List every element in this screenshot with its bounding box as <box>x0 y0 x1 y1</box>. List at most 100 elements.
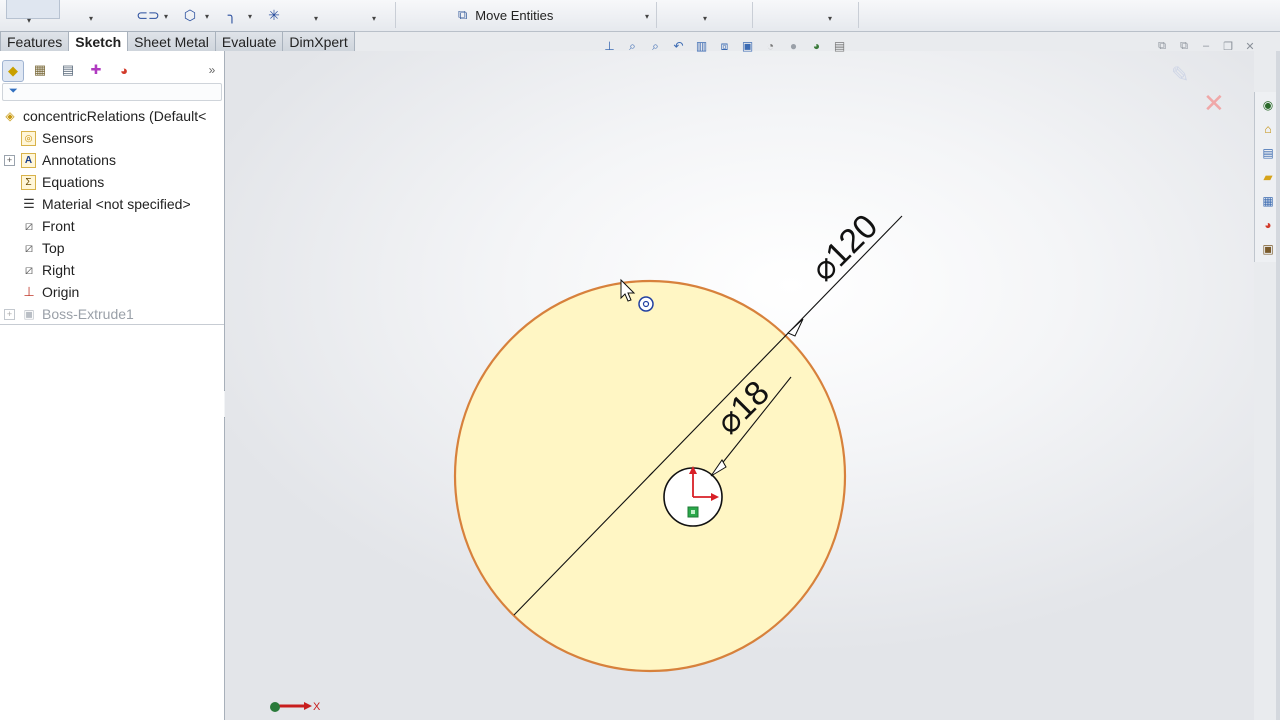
tab-features[interactable]: Features <box>0 31 70 51</box>
edit-appearance-icon[interactable]: ● <box>782 37 805 55</box>
tab-evaluate[interactable]: Evaluate <box>214 31 284 51</box>
move-entities-label: Move Entities <box>475 7 554 23</box>
tree-item-sensors[interactable]: ◎ Sensors <box>0 127 224 149</box>
plane-icon: ⧄ <box>24 218 34 233</box>
tab-dimxpert[interactable]: DimXpert <box>282 31 355 51</box>
tree-item-label: Annotations <box>42 152 116 168</box>
graphics-area[interactable]: ⌀120 ⌀18 X ✎ ✕ <box>225 51 1254 720</box>
zoom-to-fit-icon[interactable]: ⌕ <box>621 37 644 55</box>
slot-icon[interactable]: ⊂⊃ <box>136 4 159 26</box>
material-icon: ☰ <box>23 196 35 211</box>
fillet-icon[interactable]: ╮ <box>222 4 242 26</box>
sensor-icon: ◎ <box>21 130 36 146</box>
chevron-down-icon[interactable]: ▾ <box>645 12 649 21</box>
expand-icon[interactable]: + <box>4 154 15 166</box>
tab-label: Evaluate <box>221 33 277 50</box>
reference-triad <box>270 702 312 712</box>
tab-sketch[interactable]: Sketch <box>68 31 129 51</box>
view-orientation-dropdown-icon[interactable]: ⧈ <box>713 37 736 55</box>
custom-properties-icon[interactable]: ▣ <box>1259 240 1277 258</box>
separator <box>656 2 657 28</box>
tree-item-top-plane[interactable]: ⧄ Top <box>0 237 224 259</box>
apply-scene-icon[interactable]: ◕ <box>805 37 828 55</box>
previous-view-icon[interactable]: ↶ <box>667 37 690 55</box>
chevron-down-icon[interactable]: ▾ <box>164 12 168 21</box>
chevron-down-icon[interactable]: ▾ <box>372 14 376 23</box>
feature-manager-panel: ◆ ▦ ▤ ✚ ◕ » ⏷ ◈ concentricRelations (Def… <box>0 51 225 720</box>
tree-item-front-plane[interactable]: ⧄ Front <box>0 215 224 237</box>
view-settings-icon[interactable]: ▤ <box>828 37 851 55</box>
command-tabs: Features Sketch Sheet Metal Evaluate Dim… <box>0 31 355 51</box>
tree-item-boss-extrude1[interactable]: + ▣ Boss-Extrude1 <box>0 303 224 325</box>
separator <box>752 2 753 28</box>
exit-sketch-icon[interactable]: ✎ <box>1171 62 1189 88</box>
view-orientation-icon[interactable]: ⊥ <box>598 37 621 55</box>
tree-item-label: Right <box>42 262 75 278</box>
filter-icon: ⏷ <box>9 85 18 97</box>
tab-sheet-metal[interactable]: Sheet Metal <box>127 31 216 51</box>
chevron-down-icon[interactable]: ▾ <box>703 14 707 23</box>
tree-filter-input[interactable]: ⏷ <box>2 83 222 101</box>
separator <box>858 2 859 28</box>
tree-item-label: Origin <box>42 284 80 300</box>
panel-toolbar: ◆ ▦ ▤ ✚ ◕ » <box>0 57 224 83</box>
chevron-down-icon[interactable]: ▾ <box>828 14 832 23</box>
file-explorer-icon[interactable]: ▤ <box>1259 144 1277 162</box>
expand-panel-icon[interactable]: » <box>202 60 222 80</box>
tree-item-annotations[interactable]: + A Annotations <box>0 149 224 171</box>
sketch-button[interactable] <box>6 0 60 19</box>
sketch-canvas[interactable]: ⌀120 ⌀18 X <box>225 51 1254 720</box>
appearances-icon[interactable]: ◕ <box>1259 216 1277 234</box>
expand-icon[interactable]: + <box>4 308 15 320</box>
tree-item-label: Front <box>42 218 75 234</box>
polygon-icon[interactable]: ⬡ <box>180 4 200 26</box>
tree-item-equations[interactable]: Σ Equations <box>0 171 224 193</box>
tab-label: Sketch <box>75 33 122 50</box>
separator <box>395 2 396 28</box>
plane-icon: ⧄ <box>24 240 34 255</box>
plane-icon: ⧄ <box>24 262 34 277</box>
cancel-sketch-icon[interactable]: ✕ <box>1203 88 1225 119</box>
dimxpert-manager-tab-icon[interactable]: ✚ <box>86 60 106 80</box>
solidworks-resources-icon[interactable]: ◉ <box>1259 96 1277 114</box>
tree-item-label: Sensors <box>42 130 94 146</box>
tile-icon[interactable]: ⧉ <box>1154 39 1170 53</box>
chevron-down-icon[interactable]: ▾ <box>314 14 318 23</box>
concentric-relation-icon <box>638 296 654 312</box>
tree-root[interactable]: ◈ concentricRelations (Default< <box>0 105 224 127</box>
panel-divider <box>0 324 224 325</box>
split-icon[interactable]: ⧉ <box>1176 39 1192 53</box>
tab-label: Features <box>7 33 63 50</box>
tree-item-material[interactable]: ☰ Material <not specified> <box>0 193 224 215</box>
tree-item-right-plane[interactable]: ⧄ Right <box>0 259 224 281</box>
tree-item-origin[interactable]: ⊥ Origin <box>0 281 224 303</box>
view-palette-icon[interactable]: ▦ <box>1259 192 1277 210</box>
point-icon[interactable]: ✳ <box>264 4 284 26</box>
minimize-icon[interactable]: – <box>1198 39 1214 53</box>
zoom-to-area-icon[interactable]: ⌕ <box>644 37 667 55</box>
outer-diameter-dimension[interactable]: ⌀120 <box>804 207 885 288</box>
tree-item-label: Top <box>42 240 65 256</box>
restore-icon[interactable]: ❐ <box>1220 39 1236 53</box>
feature-manager-tab-icon[interactable]: ◆ <box>2 60 24 82</box>
chevron-down-icon[interactable]: ▾ <box>27 16 31 25</box>
display-style-icon[interactable]: ▣ <box>736 37 759 55</box>
property-manager-tab-icon[interactable]: ▦ <box>30 60 50 80</box>
chevron-down-icon[interactable]: ▾ <box>248 12 252 21</box>
outer-circle[interactable] <box>453 279 847 673</box>
chevron-down-icon[interactable]: ▾ <box>205 12 209 21</box>
folder-icon[interactable]: ▰ <box>1259 168 1277 186</box>
part-icon: ◈ <box>5 109 15 123</box>
scrollbar-track[interactable] <box>1276 51 1280 720</box>
move-entities-button[interactable]: ⧉ Move Entities <box>458 5 553 25</box>
hide-show-items-icon[interactable]: ◔ <box>759 37 782 55</box>
display-manager-tab-icon[interactable]: ◕ <box>114 60 134 80</box>
tab-label: DimXpert <box>289 33 348 50</box>
configuration-manager-tab-icon[interactable]: ▤ <box>58 60 78 80</box>
chevron-down-icon[interactable]: ▾ <box>89 14 93 23</box>
section-view-icon[interactable]: ▥ <box>690 37 713 55</box>
close-icon[interactable]: ✕ <box>1242 39 1258 53</box>
command-manager: ▾ ▾ ⊂⊃ ▾ ⬡ ▾ ╮ ▾ ✳ ▾ ▾ ⧉ Move Entities ▾… <box>0 0 1280 32</box>
tree-item-label: Boss-Extrude1 <box>42 306 134 322</box>
design-library-icon[interactable]: ⌂ <box>1259 120 1277 138</box>
